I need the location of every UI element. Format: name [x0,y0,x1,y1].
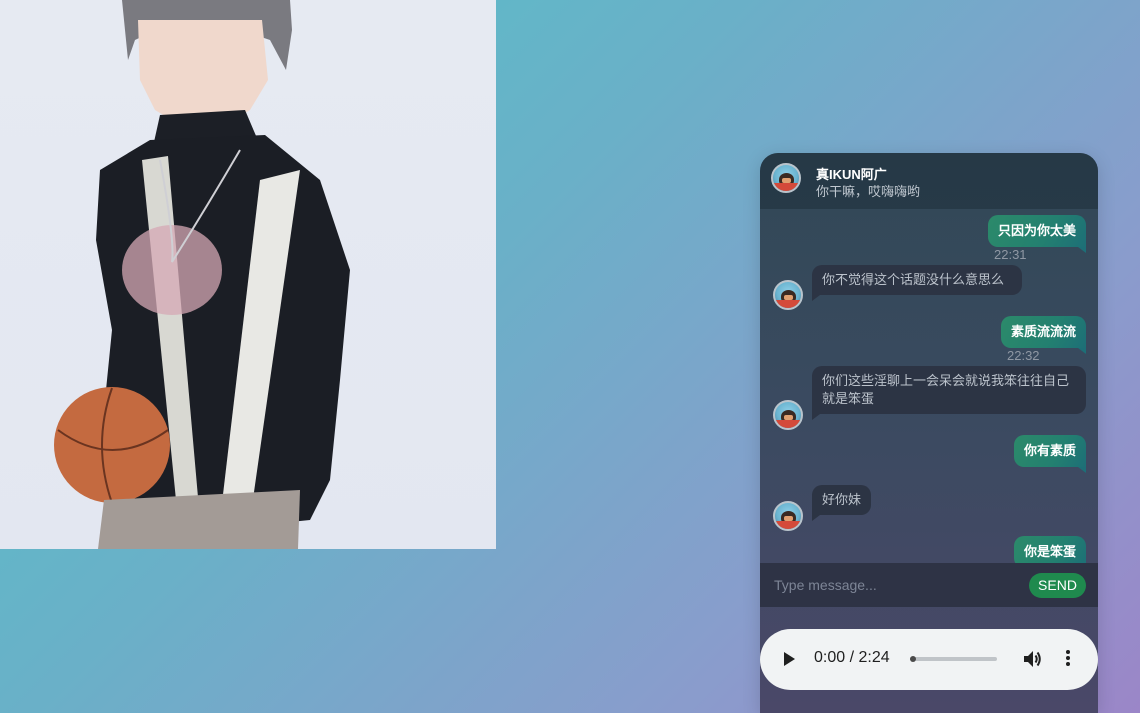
contact-avatar [771,163,801,193]
message-outgoing: 你是笨蛋 [1013,536,1086,563]
message-avatar [773,501,803,531]
contact-status: 你干嘛，哎嗨嗨哟 [816,184,921,199]
volume-icon[interactable] [1022,649,1042,669]
message-timestamp: 22:32 [1007,348,1040,363]
gif-image [0,0,496,549]
message-timestamp: 22:31 [994,247,1027,262]
more-vertical-icon[interactable] [1064,650,1072,670]
message-incoming: 好你妹 [812,485,872,521]
chat-header: 真IKUN阿广 你干嘛，哎嗨嗨哟 [760,153,1098,209]
message-outgoing: 只因为你太美 [987,215,1087,253]
message-incoming: 你们这些淫聊上一会呆会就说我笨往往自己就是笨蛋 [812,366,1086,420]
message-composer: SEND [760,563,1098,607]
play-icon[interactable] [784,652,795,666]
audio-time-display: 0:00 / 2:24 [814,649,890,666]
message-avatar [773,280,803,310]
send-button[interactable]: SEND [1029,573,1086,598]
message-outgoing: 你有素质 [1013,435,1087,473]
message-avatar [773,400,803,430]
seek-handle[interactable] [910,656,916,662]
audio-player: 0:00 / 2:24 [760,629,1098,690]
message-outgoing: 素质流流流 [1000,316,1087,354]
message-list[interactable]: 只因为你太美 22:31 你不觉得这个话题没什么意思么 素质流流流 22:32 … [760,209,1098,563]
chat-panel: 真IKUN阿广 你干嘛，哎嗨嗨哟 只因为你太美 22:31 你不觉得这个话题没什… [760,153,1098,713]
message-incoming: 你不觉得这个话题没什么意思么 [812,265,1022,301]
message-input[interactable] [772,572,1016,598]
audio-seek-slider[interactable] [910,656,997,662]
